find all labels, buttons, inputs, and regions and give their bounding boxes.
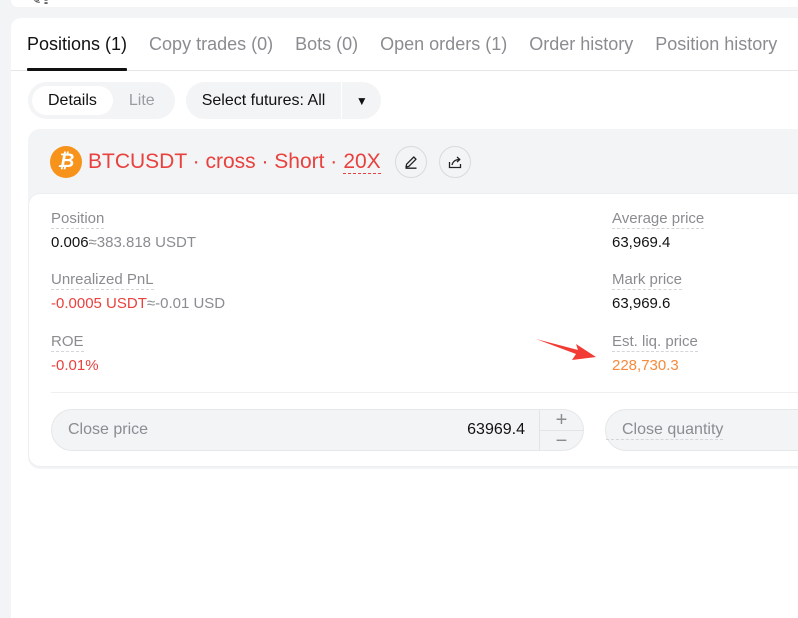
- close-quantity-label: Close quantity: [606, 421, 724, 440]
- close-price-input[interactable]: Close price 63969.4 + −: [51, 409, 584, 451]
- futures-select-label: Select futures: All: [201, 91, 326, 109]
- position-card: ₿ BTCUSDT · cross · Short · 20X Position…: [28, 129, 798, 469]
- divider: [51, 392, 798, 393]
- caret-down-icon[interactable]: ▼: [341, 82, 381, 119]
- toolbar: Details Lite Select futures: All ▼: [28, 82, 382, 119]
- position-title: BTCUSDT · cross · Short ·: [88, 150, 338, 173]
- position-approx: ≈383.818 USDT: [88, 234, 197, 251]
- tab-position-history[interactable]: Position history: [655, 34, 777, 70]
- average-price-value: 63,969.4: [612, 234, 671, 251]
- position-value: 0.006≈383.818 USDT: [51, 234, 196, 251]
- field-est-liq-price: Est. liq. price 228,730.3: [612, 333, 698, 374]
- decrement-button[interactable]: −: [540, 431, 583, 451]
- unrealized-pnl-value: -0.0005 USDT≈-0.01 USD: [51, 295, 225, 312]
- share-icon: [448, 156, 461, 169]
- close-price-stepper: + −: [539, 410, 583, 451]
- top-strip: ✎⇪: [11, 0, 798, 7]
- leverage-link[interactable]: 20X: [343, 150, 381, 174]
- bitcoin-icon: ₿: [50, 146, 82, 178]
- average-price-label[interactable]: Average price: [612, 210, 705, 229]
- field-mark-price: Mark price 63,969.6: [612, 271, 683, 312]
- annotation-arrow-icon: [536, 339, 596, 360]
- unrealized-pnl-label[interactable]: Unrealized PnL: [51, 271, 154, 290]
- field-unrealized-pnl: Unrealized PnL -0.0005 USDT≈-0.01 USD: [51, 271, 225, 312]
- position-details: Position 0.006≈383.818 USDT Unrealized P…: [28, 193, 798, 467]
- field-roe: ROE -0.01%: [51, 333, 99, 374]
- edit-button[interactable]: [394, 146, 427, 178]
- tab-bots[interactable]: Bots (0): [295, 34, 358, 70]
- tab-bar: Positions (1) Copy trades (0) Bots (0) O…: [11, 18, 798, 71]
- field-position: Position 0.006≈383.818 USDT: [51, 210, 196, 251]
- view-mode-details[interactable]: Details: [32, 86, 113, 115]
- roe-label[interactable]: ROE: [51, 333, 84, 352]
- roe-value: -0.01%: [51, 357, 99, 374]
- edit-share-icons[interactable]: ✎⇪: [31, 0, 51, 6]
- positions-panel: Positions (1) Copy trades (0) Bots (0) O…: [11, 18, 798, 618]
- mark-price-value: 63,969.6: [612, 295, 671, 312]
- est-liq-price-label[interactable]: Est. liq. price: [612, 333, 698, 352]
- close-price-label: Close price: [68, 421, 149, 438]
- tab-positions[interactable]: Positions (1): [27, 34, 128, 71]
- position-header: ₿ BTCUSDT · cross · Short · 20X: [50, 146, 471, 178]
- est-liq-price-value: 228,730.3: [612, 357, 679, 374]
- share-button[interactable]: [438, 146, 471, 178]
- tab-order-history[interactable]: Order history: [529, 34, 633, 70]
- close-price-value[interactable]: 63969.4: [467, 421, 539, 439]
- tab-copy-trades[interactable]: Copy trades (0): [149, 34, 273, 70]
- position-label[interactable]: Position: [51, 210, 105, 229]
- tab-open-orders[interactable]: Open orders (1): [380, 34, 507, 70]
- position-qty: 0.006: [51, 234, 89, 251]
- futures-select[interactable]: Select futures: All ▼: [185, 82, 382, 119]
- close-quantity-input[interactable]: Close quantity: [605, 409, 798, 451]
- unrealized-pnl-approx: ≈-0.01 USD: [146, 295, 226, 312]
- view-mode-toggle: Details Lite: [28, 82, 175, 119]
- mark-price-label[interactable]: Mark price: [612, 271, 683, 290]
- pencil-icon: [405, 156, 417, 169]
- field-average-price: Average price 63,969.4: [612, 210, 705, 251]
- increment-button[interactable]: +: [540, 410, 583, 431]
- view-mode-lite[interactable]: Lite: [113, 86, 171, 115]
- unrealized-pnl-amount: -0.0005 USDT: [51, 295, 147, 312]
